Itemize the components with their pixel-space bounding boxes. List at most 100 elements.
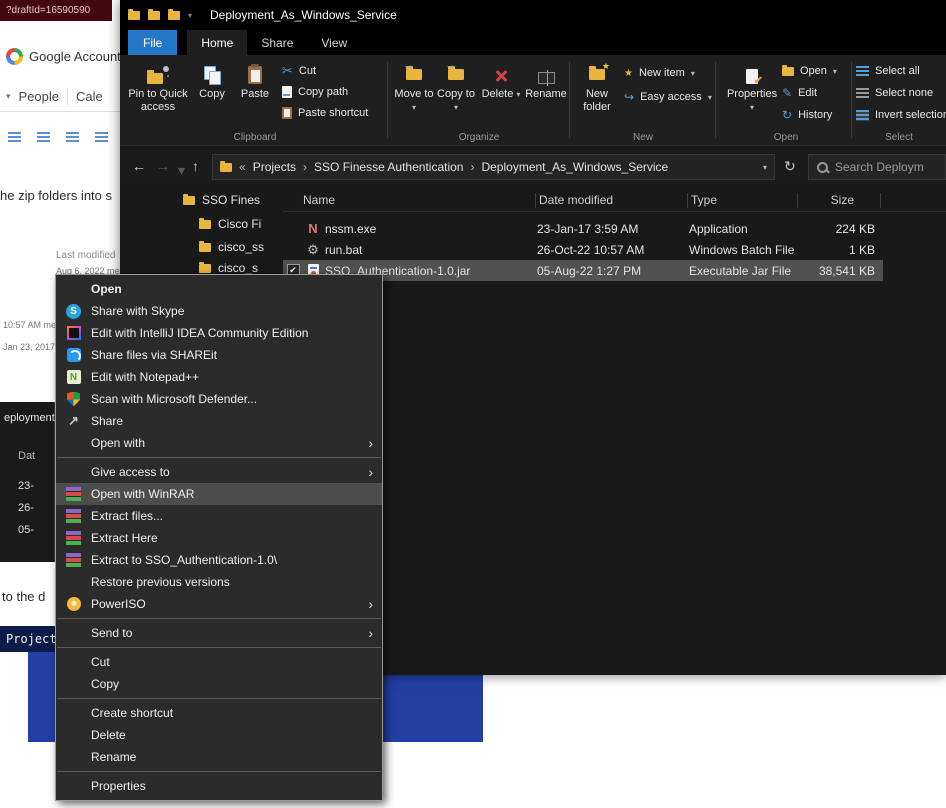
invert-selection-icon xyxy=(856,110,869,121)
column-divider[interactable] xyxy=(797,193,798,208)
search-input[interactable] xyxy=(835,160,938,174)
back-arrow-icon[interactable]: ← xyxy=(132,158,146,174)
menu-item-open-with[interactable]: Open with › xyxy=(56,432,382,454)
copy-to-button[interactable]: → Copy to ▾ xyxy=(436,58,476,114)
breadcrumb-projects[interactable]: Projects xyxy=(253,160,296,174)
list-icon[interactable] xyxy=(95,132,108,142)
menu-item-rename[interactable]: Rename xyxy=(56,746,382,768)
google-account-row[interactable]: Google Account xyxy=(6,48,121,65)
chevron-down-icon: ▾ xyxy=(516,90,520,99)
pin-to-quick-access-button[interactable]: Pin to Quick access xyxy=(128,58,188,114)
quick-access-folder-icon[interactable] xyxy=(148,11,160,20)
menu-item-extract-to-folder[interactable]: Extract to SSO_Authentication-1.0\ xyxy=(56,549,382,571)
cut-button[interactable]: ✂ Cut xyxy=(282,61,316,81)
properties-button[interactable]: ✔ Properties ▾ xyxy=(728,58,776,114)
column-divider[interactable] xyxy=(880,193,881,208)
tab-people[interactable]: People xyxy=(19,89,59,104)
breadcrumb-bar[interactable]: « Projects › SSO Finesse Authentication … xyxy=(212,154,775,180)
address-dropdown-caret-icon[interactable]: ▾ xyxy=(763,163,767,172)
menu-item-share-with-skype[interactable]: Share with Skype xyxy=(56,300,382,322)
new-item-icon: ★ xyxy=(624,68,633,79)
browser-url-bar[interactable]: ?draftId=16590590 xyxy=(0,0,112,21)
nav-item-cisco-s[interactable]: cisco_s xyxy=(199,261,258,275)
menu-item-properties[interactable]: Properties xyxy=(56,775,382,797)
column-divider[interactable] xyxy=(535,193,536,208)
breadcrumb-separator-icon[interactable]: › xyxy=(303,160,307,174)
chevron-down-icon[interactable]: ▾ xyxy=(6,91,11,102)
breadcrumb-sso-finesse-authentication[interactable]: SSO Finesse Authentication xyxy=(314,160,463,174)
menu-item-open[interactable]: Open xyxy=(56,278,382,300)
menu-item-delete[interactable]: Delete xyxy=(56,724,382,746)
easy-access-button[interactable]: ↪ Easy access ▾ xyxy=(624,87,712,107)
menu-item-edit-with-notepadpp[interactable]: Edit with Notepad++ xyxy=(56,366,382,388)
nav-item-cisco-ss[interactable]: cisco_ss xyxy=(199,240,264,254)
paste-icon xyxy=(248,66,262,84)
select-none-button[interactable]: Select none xyxy=(856,83,933,103)
copy-path-button[interactable]: Copy path xyxy=(282,82,348,102)
menu-item-share[interactable]: Share xyxy=(56,410,382,432)
menu-item-copy[interactable]: Copy xyxy=(56,673,382,695)
new-item-button[interactable]: ★ New item ▾ xyxy=(624,63,695,83)
nav-item-cisco-finesse[interactable]: Cisco Fi xyxy=(199,217,261,231)
menu-item-poweriso[interactable]: PowerISO › xyxy=(56,593,382,615)
open-button[interactable]: Open ▾ xyxy=(782,61,837,81)
file-row-run-bat[interactable]: run.bat 26-Oct-22 10:57 AM Windows Batch… xyxy=(283,239,883,260)
recent-locations-caret-icon[interactable]: ▾ xyxy=(178,162,185,179)
column-header-type[interactable]: Type xyxy=(691,193,717,207)
breadcrumb-deployment-as-windows-service[interactable]: Deployment_As_Windows_Service xyxy=(481,160,668,174)
menu-item-restore-previous-versions[interactable]: Restore previous versions xyxy=(56,571,382,593)
copy-button[interactable]: Copy xyxy=(192,58,232,101)
file-row-nssm-exe[interactable]: nssm.exe 23-Jan-17 3:59 AM Application 2… xyxy=(283,218,883,239)
up-arrow-icon[interactable]: ↑ xyxy=(192,158,199,174)
rename-button[interactable]: Rename xyxy=(524,58,568,101)
email-body-snippet: he zip folders into s xyxy=(0,188,118,203)
menu-item-send-to[interactable]: Send to › xyxy=(56,622,382,644)
new-folder-button[interactable]: ★ New folder xyxy=(574,58,620,114)
menu-item-create-shortcut[interactable]: Create shortcut xyxy=(56,702,382,724)
shareit-icon xyxy=(67,348,81,362)
refresh-icon[interactable]: ↻ xyxy=(784,158,796,175)
menu-item-extract-here[interactable]: Extract Here xyxy=(56,527,382,549)
menu-item-open-with-winrar[interactable]: Open with WinRAR xyxy=(56,483,382,505)
select-all-button[interactable]: Select all xyxy=(856,61,920,81)
column-header-name[interactable]: Name xyxy=(303,193,335,207)
history-button[interactable]: ↻ History xyxy=(782,105,832,125)
properties-icon: ✔ xyxy=(746,69,758,84)
menu-item-give-access-to[interactable]: Give access to › xyxy=(56,461,382,483)
group-label-organize: Organize xyxy=(388,132,570,143)
move-to-button[interactable]: → Move to ▾ xyxy=(394,58,434,114)
nav-item-sso-finesse[interactable]: SSO Fines xyxy=(183,193,260,207)
menu-item-edit-with-intellij[interactable]: Edit with IntelliJ IDEA Community Editio… xyxy=(56,322,382,344)
menu-item-share-files-via-shareit[interactable]: Share files via SHAREit xyxy=(56,344,382,366)
breadcrumb-overflow-chevron-icon[interactable]: « xyxy=(239,160,246,174)
edit-button[interactable]: ✎ Edit xyxy=(782,83,817,103)
winrar-icon xyxy=(66,553,81,567)
invert-selection-button[interactable]: Invert selection xyxy=(856,105,946,125)
paste-shortcut-button[interactable]: Paste shortcut xyxy=(282,103,368,123)
column-header-size[interactable]: Size xyxy=(831,193,854,207)
tab-view[interactable]: View xyxy=(307,30,361,55)
menu-item-extract-files[interactable]: Extract files... xyxy=(56,505,382,527)
search-box[interactable] xyxy=(808,154,946,180)
tab-file[interactable]: File xyxy=(128,30,177,55)
background-explorer-window: eployment Dat 23- 26- 05- xyxy=(0,402,55,562)
winrar-icon xyxy=(66,509,81,523)
list-icon[interactable] xyxy=(66,132,79,142)
tab-home[interactable]: Home xyxy=(187,30,247,55)
quick-access-folder-icon[interactable] xyxy=(168,11,180,20)
tab-share[interactable]: Share xyxy=(247,30,307,55)
breadcrumb-separator-icon[interactable]: › xyxy=(470,160,474,174)
quick-access-toolbar-caret-icon[interactable]: ▾ xyxy=(188,11,192,20)
new-folder-icon: ★ xyxy=(589,69,605,84)
column-header-date-modified[interactable]: Date modified xyxy=(539,193,613,207)
tab-cale[interactable]: Cale xyxy=(76,89,103,104)
column-divider[interactable] xyxy=(687,193,688,208)
paste-button[interactable]: Paste xyxy=(234,58,276,101)
delete-button[interactable]: Delete ▾ xyxy=(480,58,522,101)
list-icon[interactable] xyxy=(37,132,50,142)
list-icon[interactable] xyxy=(8,132,21,142)
forward-arrow-icon[interactable]: → xyxy=(156,158,170,174)
tab-divider xyxy=(67,88,68,106)
menu-item-cut[interactable]: Cut xyxy=(56,651,382,673)
menu-item-scan-with-defender[interactable]: Scan with Microsoft Defender... xyxy=(56,388,382,410)
